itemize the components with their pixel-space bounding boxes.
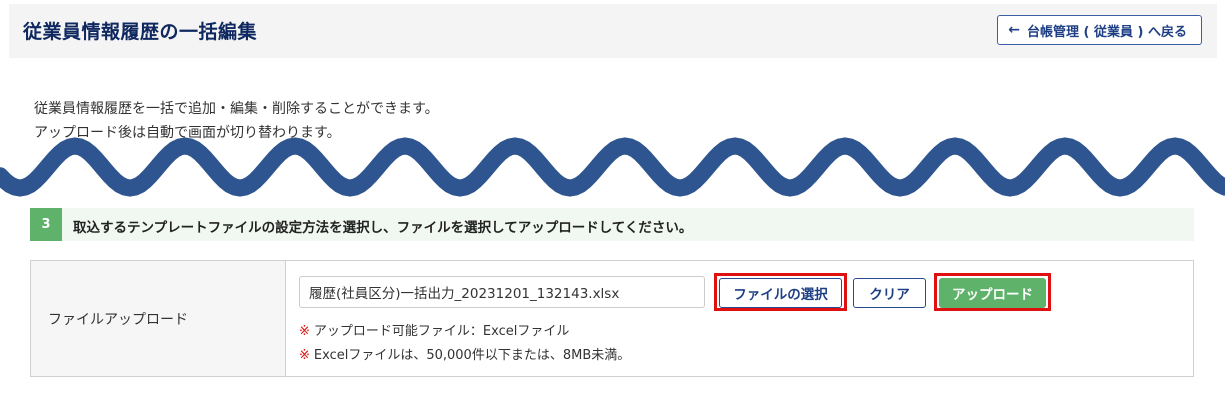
step-instruction-bar: 3 取込するテンプレートファイルの設定方法を選択し、ファイルを選択してアップロー… xyxy=(30,208,1194,241)
wave-line xyxy=(0,137,1225,197)
note-file-limit-text: Excelファイルは、50,000件以下または、8MB未満。 xyxy=(313,348,631,363)
wave-divider xyxy=(0,137,1225,197)
choose-file-button[interactable]: ファイルの選択 xyxy=(719,278,842,308)
selected-file-field[interactable]: 履歴(社員区分)一括出力_20231201_132143.xlsx xyxy=(299,276,705,308)
back-to-ledger-button[interactable]: ← 台帳管理 ( 従業員 ) へ戻る xyxy=(997,15,1202,45)
clear-button[interactable]: クリア xyxy=(853,278,926,308)
file-upload-label: ファイルアップロード xyxy=(48,312,188,328)
step-instruction-text: 取込するテンプレートファイルの設定方法を選択し、ファイルを選択してアップロードし… xyxy=(73,220,693,236)
file-upload-table: ファイルアップロード 履歴(社員区分)一括出力_20231201_132143.… xyxy=(30,260,1194,377)
upload-label-cell: ファイルアップロード xyxy=(31,261,286,376)
note-mark: ※ xyxy=(299,348,310,363)
note-allowed-files: ※ アップロード可能ファイル：Excelファイル xyxy=(299,320,569,339)
note-file-limit: ※ Excelファイルは、50,000件以下または、8MB未満。 xyxy=(299,344,630,363)
description-line-1: 従業員情報履歴を一括で追加・編集・削除することができます。 xyxy=(34,101,439,117)
upload-button[interactable]: アップロード xyxy=(939,278,1046,308)
note-allowed-files-text: アップロード可能ファイル：Excelファイル xyxy=(313,324,570,339)
back-button-label: 台帳管理 ( 従業員 ) へ戻る xyxy=(1027,24,1187,40)
page-header: 従業員情報履歴の一括編集 ← 台帳管理 ( 従業員 ) へ戻る xyxy=(9,4,1217,58)
note-mark: ※ xyxy=(299,324,310,339)
page-title: 従業員情報履歴の一括編集 xyxy=(23,21,258,43)
arrow-left-icon: ← xyxy=(1008,22,1020,38)
step-number-badge: 3 xyxy=(30,208,62,241)
